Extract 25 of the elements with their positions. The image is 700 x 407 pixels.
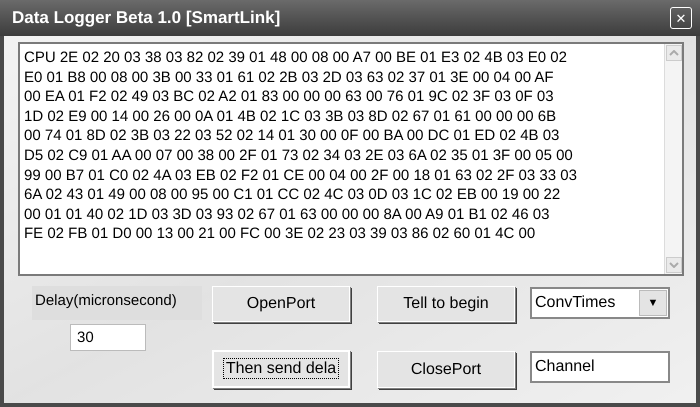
delay-label: Delay(micronsecond) bbox=[32, 286, 202, 320]
delay-input-field[interactable]: 30 bbox=[70, 324, 146, 351]
log-line: E0 01 B8 00 08 00 3B 00 33 01 61 02 2B 03 2D 03 63 02 37 01 3E 00 04 00 AF bbox=[24, 68, 554, 88]
scroll-up-icon[interactable] bbox=[666, 45, 682, 61]
conv-dropdown[interactable]: ConvTimes ▼ bbox=[530, 287, 670, 319]
log-line: 1D 02 E9 00 14 00 26 00 0A 01 4B 02 1C 03 3B 03 8D 02 67 01 61 00 00 00 6B bbox=[24, 106, 556, 126]
log-line: FE 02 FB 01 D0 00 13 00 21 00 FC 00 3E 02 23 03 39 03 86 02 60 01 4C 00 bbox=[24, 224, 536, 244]
log-line: 6A 02 43 01 49 00 08 00 95 00 C1 01 CC 02 4C 03 0D 03 1C 02 EB 00 19 00 22 bbox=[24, 185, 560, 205]
log-line: CPU 2E 02 20 03 38 03 82 02 39 01 48 00 08 00 A7 00 BE 01 E3 02 4B 03 E0 02 bbox=[24, 48, 567, 68]
push-button[interactable]: ClosePort bbox=[377, 351, 515, 388]
close-button[interactable]: ✕ bbox=[670, 7, 692, 29]
push-button[interactable]: Then send dela bbox=[212, 350, 350, 388]
push-button[interactable]: Tell to begin bbox=[377, 286, 515, 322]
log-line: 00 01 01 40 02 1D 03 3D 03 93 02 67 01 63 00 00 00 8A 00 A9 01 B1 02 46 03 bbox=[24, 204, 550, 224]
dropdown-value: ConvTimes bbox=[535, 293, 616, 313]
log-line: 00 74 01 8D 02 3B 03 22 03 52 02 14 01 30 00 0F 00 BA 00 DC 01 ED 02 4B 03 bbox=[24, 126, 560, 146]
window-title: Data Logger Beta 1.0 [SmartLink] bbox=[12, 7, 280, 30]
log-line: 00 EA 01 F2 02 49 03 BC 02 A2 01 83 00 00 00 63 00 76 01 9C 02 3F 03 0F 03 bbox=[24, 87, 554, 107]
dropdown-arrow-button[interactable]: ▼ bbox=[639, 290, 667, 316]
log-line: D5 02 C9 01 AA 00 07 00 38 00 2F 01 73 02 34 03 2E 03 6A 02 35 01 3F 00 05 00 bbox=[24, 146, 573, 166]
push-button[interactable]: OpenPort bbox=[212, 286, 350, 322]
log-line: 99 00 B7 01 C0 02 4A 03 EB 02 F2 01 CE 00 04 00 2F 00 18 01 63 02 2F 03 33 03 bbox=[24, 166, 577, 186]
channel-field[interactable]: Channel bbox=[530, 351, 670, 383]
scroll-down-icon[interactable] bbox=[666, 257, 682, 273]
scrollbar[interactable] bbox=[664, 44, 682, 274]
